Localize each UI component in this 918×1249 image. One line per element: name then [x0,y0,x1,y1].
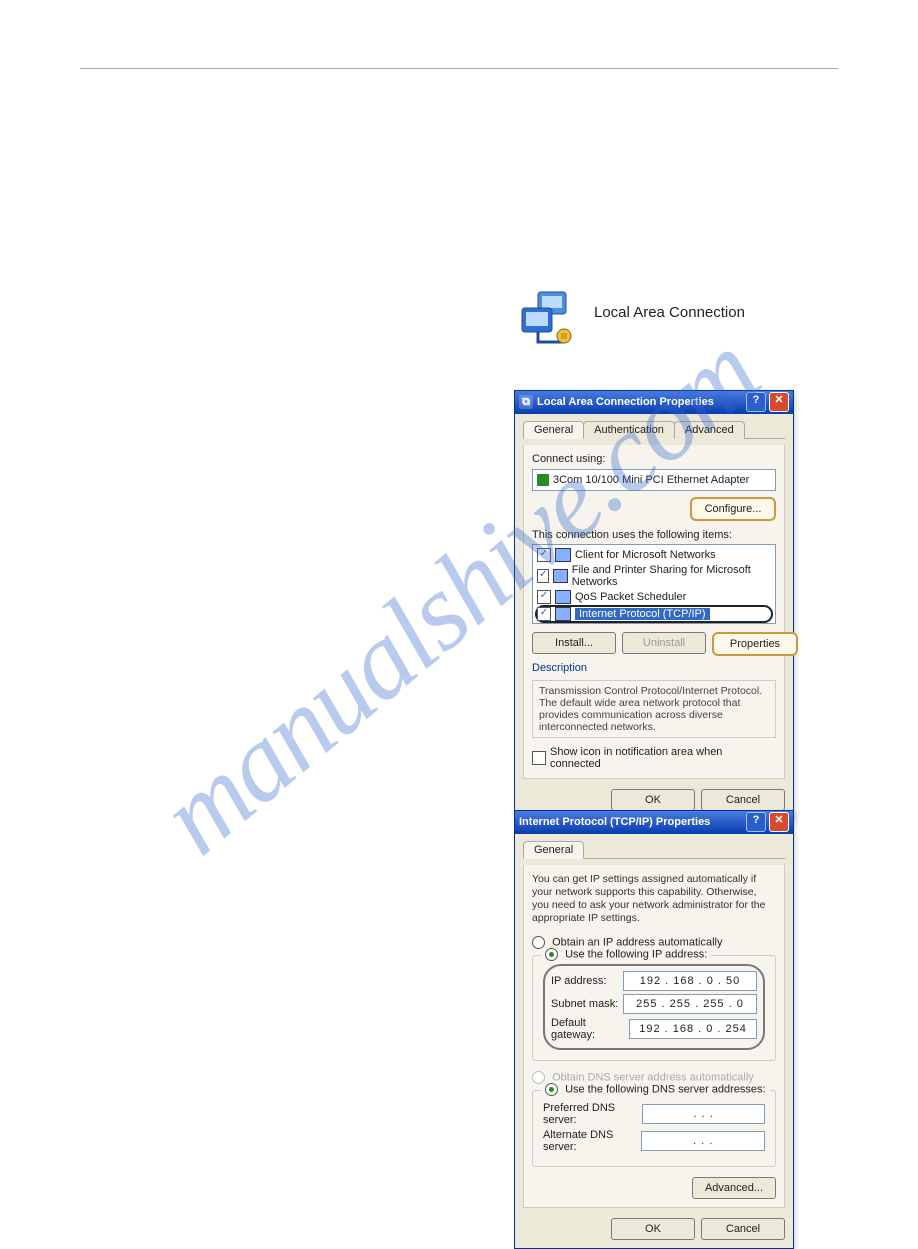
item-label: Internet Protocol (TCP/IP) [575,608,710,620]
tab-authentication[interactable]: Authentication [583,421,675,439]
subnet-mask-label: Subnet mask: [551,998,618,1010]
list-item[interactable]: ✓ QoS Packet Scheduler [535,589,773,605]
network-computers-icon [518,290,578,350]
show-icon-label: Show icon in notification area when conn… [550,746,776,770]
list-item[interactable]: ✓ Client for Microsoft Networks [535,547,773,563]
alternate-dns-field[interactable]: . . . [641,1131,765,1151]
ip-address-field[interactable]: 192 . 168 . 0 . 50 [623,971,757,991]
cancel-button[interactable]: Cancel [701,789,785,811]
list-item-selected[interactable]: ✓ Internet Protocol (TCP/IP) [535,605,773,623]
connection-items-list[interactable]: ✓ Client for Microsoft Networks ✓ File a… [532,544,776,624]
page-top-rule [80,68,838,69]
radio-icon[interactable] [545,1083,558,1096]
item-label: QoS Packet Scheduler [575,591,686,603]
tcpip-titlebar[interactable]: Internet Protocol (TCP/IP) Properties ? … [515,811,793,834]
checkbox-icon[interactable]: ✓ [537,607,551,621]
items-label: This connection uses the following items… [532,529,776,541]
tcpip-tabs: General [523,840,785,859]
dns-auto-label: Obtain DNS server address automatically [552,1071,754,1083]
show-icon-checkbox[interactable]: ✓ [532,751,546,765]
adapter-name: 3Com 10/100 Mini PCI Ethernet Adapter [553,474,749,486]
ip-address-label: IP address: [551,975,606,987]
tcpip-properties-dialog: Internet Protocol (TCP/IP) Properties ? … [514,810,794,1249]
alternate-dns-label: Alternate DNS server: [543,1129,641,1153]
item-label: File and Printer Sharing for Microsoft N… [572,564,771,588]
properties-button[interactable]: Properties [712,632,798,656]
item-label: Client for Microsoft Networks [575,549,716,561]
tab-general[interactable]: General [523,841,584,859]
adapter-field[interactable]: 3Com 10/100 Mini PCI Ethernet Adapter [532,469,776,491]
client-icon [555,548,571,562]
close-button[interactable]: ✕ [769,812,789,832]
install-button[interactable]: Install... [532,632,616,654]
intro-text: You can get IP settings assigned automat… [532,873,776,926]
lan-connection-label: Local Area Connection [594,304,745,321]
default-gateway-field[interactable]: 192 . 168 . 0 . 254 [629,1019,757,1039]
ok-button[interactable]: OK [611,789,695,811]
list-item[interactable]: ✓ File and Printer Sharing for Microsoft… [535,563,773,589]
tab-advanced[interactable]: Advanced [674,421,745,439]
lan-properties-title: Local Area Connection Properties [537,396,714,408]
preferred-dns-label: Preferred DNS server: [543,1102,642,1126]
checkbox-icon[interactable]: ✓ [537,590,551,604]
description-text: Transmission Control Protocol/Internet P… [532,680,776,738]
configure-button[interactable]: Configure... [690,497,776,521]
service-icon [553,569,567,583]
help-button[interactable]: ? [746,392,766,412]
close-button[interactable]: ✕ [769,392,789,412]
show-icon-row[interactable]: ✓ Show icon in notification area when co… [532,746,776,770]
lan-properties-dialog: ⧉ Local Area Connection Properties ? ✕ G… [514,390,794,820]
ip-highlight-circle: IP address: 192 . 168 . 0 . 50 Subnet ma… [543,964,765,1050]
uninstall-button: Uninstall [622,632,706,654]
subnet-mask-field[interactable]: 255 . 255 . 255 . 0 [623,994,757,1014]
dns-manual-legend[interactable]: Use the following DNS server addresses: [541,1083,770,1096]
checkbox-icon[interactable]: ✓ [537,548,551,562]
nic-icon [537,474,549,486]
checkbox-icon[interactable]: ✓ [537,569,549,583]
default-gateway-label: Default gateway: [551,1017,629,1041]
description-label: Description [532,662,776,674]
lan-connection-icon-block: Local Area Connection [518,290,788,360]
preferred-dns-field[interactable]: . . . [642,1104,765,1124]
lan-properties-titlebar[interactable]: ⧉ Local Area Connection Properties ? ✕ [515,391,793,414]
qos-icon [555,590,571,604]
radio-icon[interactable] [545,948,558,961]
ip-auto-label: Obtain an IP address automatically [552,936,722,948]
ok-button[interactable]: OK [611,1218,695,1240]
help-button[interactable]: ? [746,812,766,832]
lan-tabs: General Authentication Advanced [523,420,785,439]
tab-general[interactable]: General [523,421,584,439]
tcpip-icon [555,607,571,621]
cancel-button[interactable]: Cancel [701,1218,785,1240]
connect-using-label: Connect using: [532,453,776,465]
window-icon: ⧉ [519,395,533,409]
tcpip-title: Internet Protocol (TCP/IP) Properties [519,816,710,828]
ip-manual-legend[interactable]: Use the following IP address: [541,948,711,961]
